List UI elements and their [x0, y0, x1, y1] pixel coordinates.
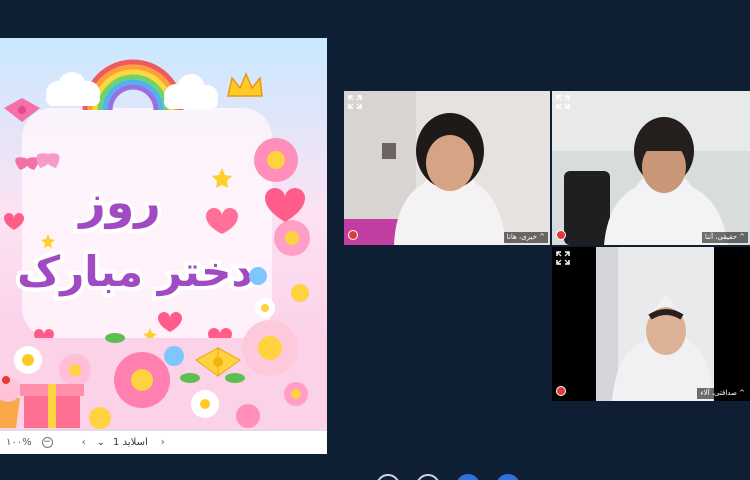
participant-name: ^ خیری، هانا [503, 232, 548, 243]
video-tile[interactable]: ^ خیری، هانا [344, 91, 550, 245]
expand-icon[interactable] [556, 250, 570, 265]
video-tile[interactable]: ^ صداقتی، آلاء [552, 247, 750, 401]
chevron-left-icon[interactable]: ‹ [77, 436, 91, 450]
video-tile[interactable]: ^ حقیقی، آتنا [552, 91, 750, 245]
slide-title-line2-fill: دختر مبارک [17, 247, 253, 297]
control-button[interactable] [456, 474, 480, 480]
slide-select[interactable]: ⌄ اسلاید 1 [97, 437, 148, 448]
slide-select-label: اسلاید 1 [113, 437, 148, 448]
slide-toolbar: ۱۰۰% − ‹ ⌄ اسلاید 1 › [0, 430, 327, 454]
participant-video [344, 91, 550, 245]
participant-name: ^ حقیقی، آتنا [701, 232, 748, 243]
participant-video [552, 247, 750, 401]
mic-muted-icon [556, 230, 566, 240]
zoom-level: ۱۰۰% [6, 437, 32, 448]
expand-icon[interactable] [556, 94, 570, 109]
zoom-out-icon[interactable]: − [41, 437, 53, 448]
slide-image: روز روز دختر مبارک دختر مبارک [0, 38, 327, 430]
participant-name: ^ صداقتی، آلاء [697, 388, 748, 399]
mic-muted-icon [556, 386, 566, 396]
control-button[interactable] [496, 474, 520, 480]
expand-icon[interactable] [348, 94, 362, 109]
meeting-controls [376, 474, 520, 480]
mic-muted-icon [348, 230, 358, 240]
slide-title-line1-fill: روز [77, 175, 161, 229]
chevron-right-icon[interactable]: › [156, 436, 170, 450]
chevron-down-icon: ⌄ [96, 437, 106, 448]
slide-panel: روز روز دختر مبارک دختر مبارک ۱۰۰% − ‹ ⌄… [0, 38, 327, 454]
participant-video [552, 91, 750, 245]
control-button[interactable] [376, 474, 400, 480]
control-button[interactable] [416, 474, 440, 480]
